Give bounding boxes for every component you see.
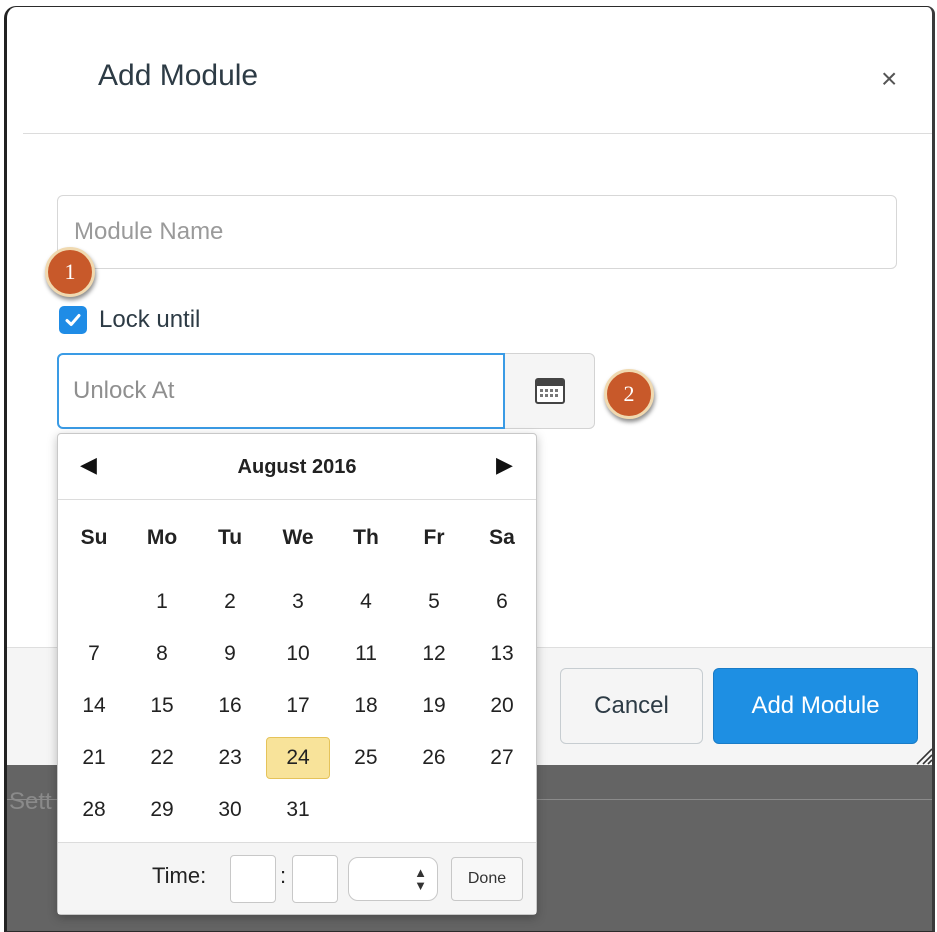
day-cell[interactable]: 20: [468, 680, 536, 732]
day-cell[interactable]: 13: [468, 628, 536, 680]
day-cell[interactable]: 21: [60, 732, 128, 784]
day-cell[interactable]: 3: [264, 576, 332, 628]
lock-until-row[interactable]: Lock until: [59, 305, 200, 335]
day-cell[interactable]: 25: [332, 732, 400, 784]
select-arrows-icon: ▲ ▼: [414, 865, 427, 893]
week-row: 14 15 16 17 18 19 20: [58, 680, 536, 732]
day-cell[interactable]: 30: [196, 784, 264, 836]
empty-day-cell: [400, 784, 468, 836]
hour-input[interactable]: [230, 855, 276, 903]
day-cell[interactable]: 27: [468, 732, 536, 784]
day-cell[interactable]: 9: [196, 628, 264, 680]
day-cell[interactable]: 15: [128, 680, 196, 732]
day-cell[interactable]: 8: [128, 628, 196, 680]
empty-day-cell: [60, 576, 128, 628]
add-module-dialog: Add Module × Lock until Can: [4, 6, 935, 932]
header-divider: [23, 133, 932, 134]
day-cell[interactable]: 22: [128, 732, 196, 784]
step-badge-1: 1: [45, 247, 95, 297]
week-row: 7 8 9 10 11 12 13: [58, 628, 536, 680]
weekday-label: We: [282, 526, 314, 549]
day-cell[interactable]: 14: [60, 680, 128, 732]
datepicker-grid: Su Mo Tu We Th Fr Sa 1 2 3 4 5 6 7 8 9 1…: [58, 500, 536, 836]
time-separator: :: [280, 863, 287, 888]
day-cell[interactable]: 18: [332, 680, 400, 732]
calendar-icon: [534, 378, 565, 404]
day-cell[interactable]: 31: [264, 784, 332, 836]
weekday-label: Mo: [146, 526, 178, 549]
done-button[interactable]: Done: [451, 857, 523, 901]
day-cell[interactable]: 29: [128, 784, 196, 836]
week-row: 1 2 3 4 5 6: [58, 576, 536, 628]
day-cell[interactable]: 10: [264, 628, 332, 680]
day-cell[interactable]: 16: [196, 680, 264, 732]
day-cell[interactable]: 19: [400, 680, 468, 732]
weekday-label: Sa: [489, 526, 515, 549]
weekday-label: Su: [80, 526, 108, 549]
day-cell[interactable]: 4: [332, 576, 400, 628]
week-row: 28 29 30 31: [58, 784, 536, 836]
unlock-at-input[interactable]: [57, 353, 505, 429]
screen: Add Module × Lock until Can: [0, 0, 937, 932]
dialog-title: Add Module: [98, 59, 259, 92]
module-name-input[interactable]: [57, 195, 897, 269]
day-cell[interactable]: 23: [196, 732, 264, 784]
lock-until-label: Lock until: [99, 306, 201, 333]
resize-handle-icon[interactable]: [913, 745, 933, 765]
weekday-label: Th: [353, 526, 379, 549]
today-day-cell[interactable]: 24: [266, 737, 330, 779]
day-cell[interactable]: 1: [128, 576, 196, 628]
empty-day-cell: [332, 784, 400, 836]
weekday-header-row: Su Mo Tu We Th Fr Sa: [58, 500, 536, 576]
datepicker: ◀ August 2016 ▶ Su Mo Tu We Th Fr Sa 1 2: [57, 433, 537, 915]
day-cell[interactable]: 17: [264, 680, 332, 732]
time-label: Time:: [152, 863, 207, 888]
lock-until-checkbox[interactable]: [59, 306, 87, 334]
ampm-select[interactable]: ▲ ▼: [348, 857, 438, 901]
close-icon[interactable]: ×: [881, 65, 897, 93]
day-cell[interactable]: 6: [468, 576, 536, 628]
day-cell[interactable]: 28: [60, 784, 128, 836]
day-cell[interactable]: 7: [60, 628, 128, 680]
cancel-button[interactable]: Cancel: [560, 668, 703, 744]
datepicker-month-label: August 2016: [237, 456, 357, 478]
minute-input[interactable]: [292, 855, 338, 903]
calendar-button[interactable]: [505, 353, 595, 429]
day-cell[interactable]: 26: [400, 732, 468, 784]
datepicker-header: ◀ August 2016 ▶: [58, 434, 536, 500]
weekday-label: Tu: [217, 526, 243, 549]
checkmark-icon: [65, 314, 81, 326]
empty-day-cell: [468, 784, 536, 836]
next-month-icon[interactable]: ▶: [496, 454, 513, 476]
day-cell[interactable]: 5: [400, 576, 468, 628]
weekday-label: Fr: [423, 526, 445, 549]
day-cell[interactable]: 12: [400, 628, 468, 680]
background-settings-text: Sett: [9, 788, 52, 815]
day-cell[interactable]: 11: [332, 628, 400, 680]
week-row: 21 22 23 24 25 26 27: [58, 732, 536, 784]
day-cell[interactable]: 2: [196, 576, 264, 628]
add-module-button[interactable]: Add Module: [713, 668, 918, 744]
datepicker-time-footer: Time: : ▲ ▼ Done: [58, 842, 536, 914]
step-badge-2: 2: [604, 369, 654, 419]
